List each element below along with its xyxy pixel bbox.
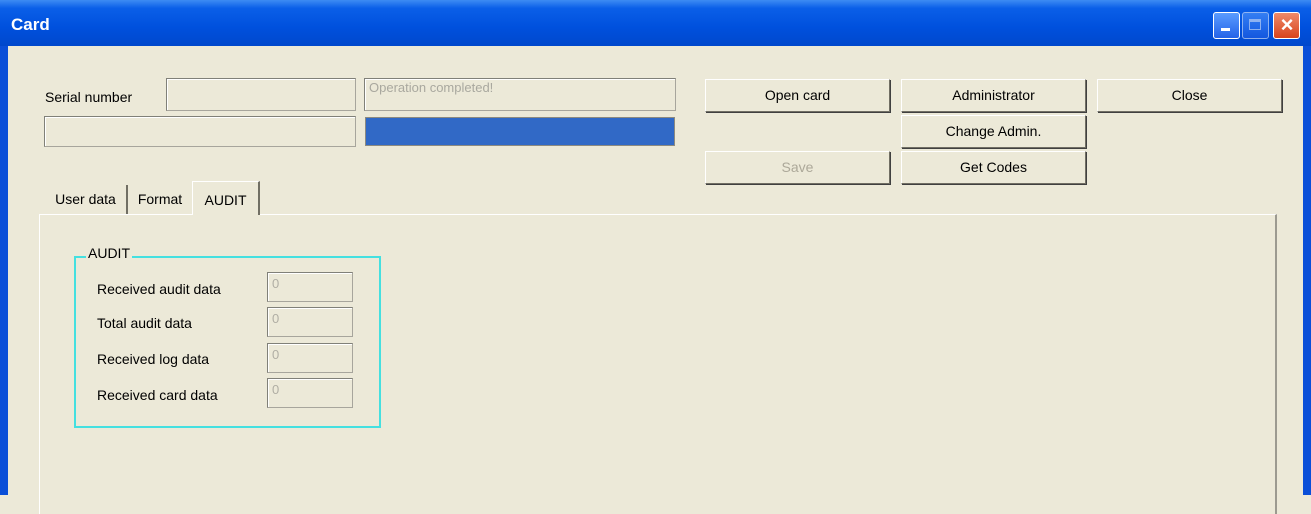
- received-log-data-label: Received log data: [97, 351, 210, 367]
- card-window: Card × Serial number Operation completed…: [0, 0, 1311, 514]
- received-card-data-label: Received card data: [97, 387, 218, 403]
- save-button[interactable]: Save: [705, 151, 890, 184]
- window-title: Card: [11, 15, 50, 34]
- close-icon: ×: [1280, 12, 1294, 37]
- close-button[interactable]: Close: [1097, 79, 1282, 112]
- maximize-icon: [1249, 19, 1261, 30]
- total-audit-data-field: 0: [267, 307, 353, 337]
- audit-group-title: AUDIT: [86, 245, 132, 261]
- received-log-data-field: 0: [267, 343, 353, 373]
- tab-label: Format: [137, 191, 183, 207]
- received-card-data-field: 0: [267, 378, 353, 408]
- tab-user-data[interactable]: User data: [45, 185, 128, 214]
- tab-label: AUDIT: [204, 192, 247, 208]
- tab-format[interactable]: Format: [130, 185, 190, 214]
- tab-label: User data: [55, 191, 116, 207]
- minimize-icon: [1221, 28, 1230, 31]
- minimize-button[interactable]: [1213, 12, 1240, 39]
- status-message: Operation completed!: [364, 78, 676, 111]
- card-info-field[interactable]: [44, 116, 356, 147]
- window-frame-right: [1303, 46, 1311, 495]
- window-frame-left: [0, 46, 8, 495]
- open-card-button[interactable]: Open card: [705, 79, 890, 112]
- get-codes-button[interactable]: Get Codes: [901, 151, 1086, 184]
- tab-audit[interactable]: AUDIT: [192, 181, 260, 215]
- progress-fill: [366, 118, 674, 145]
- close-window-button[interactable]: ×: [1273, 12, 1300, 39]
- maximize-button: [1242, 12, 1269, 39]
- serial-number-field[interactable]: [166, 78, 356, 111]
- received-audit-data-field: 0: [267, 272, 353, 302]
- change-admin-button[interactable]: Change Admin.: [901, 115, 1086, 148]
- total-audit-data-label: Total audit data: [97, 315, 192, 331]
- administrator-button[interactable]: Administrator: [901, 79, 1086, 112]
- serial-number-label: Serial number: [45, 89, 133, 105]
- progress-bar: [365, 117, 675, 146]
- received-audit-data-label: Received audit data: [97, 281, 221, 297]
- title-bar[interactable]: Card ×: [0, 0, 1311, 46]
